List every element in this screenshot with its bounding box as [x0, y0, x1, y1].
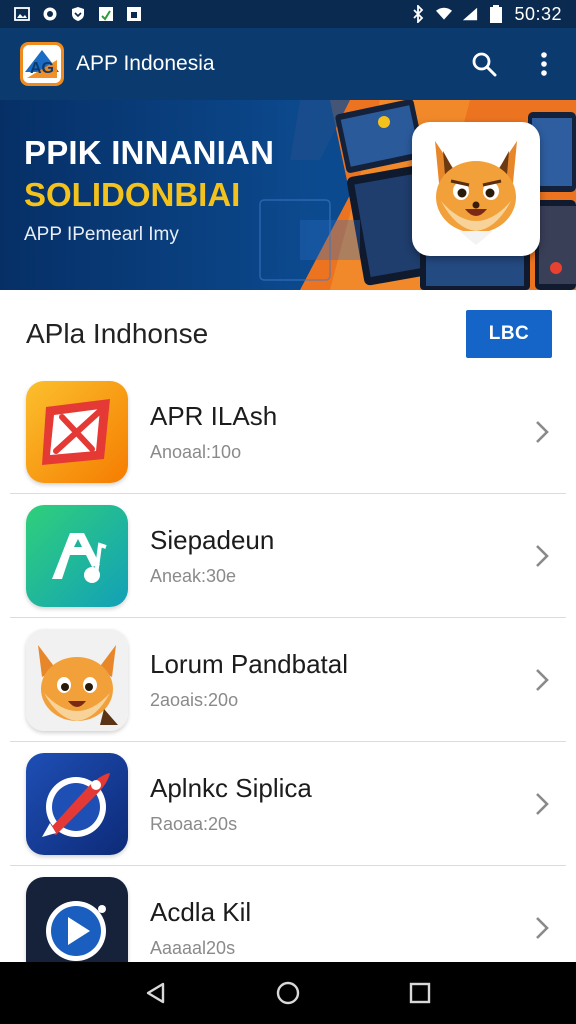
app-meta: Anoaal:10o [150, 442, 242, 462]
recents-button[interactable] [400, 973, 440, 1013]
app-list: APR ILAsh Anoaal:10o Siepadeun Aneak:30e [0, 370, 576, 990]
back-icon [146, 982, 165, 1004]
app-name: APR ILAsh [150, 401, 278, 431]
battery-icon [488, 5, 504, 23]
system-nav-bar [0, 962, 576, 1024]
clock-time: 50:32 [514, 3, 562, 24]
banner-title-line1: PPIK INNANIAN [24, 134, 275, 171]
list-item[interactable]: Aplnkc Siplica Raoaa:20s [0, 742, 576, 866]
app-meta: Aneak:30e [150, 566, 237, 586]
sync-icon [42, 6, 58, 22]
search-icon [472, 52, 497, 77]
back-button[interactable] [136, 973, 176, 1013]
fox-mascot-icon [26, 629, 128, 731]
signal-icon [462, 6, 478, 22]
home-icon [276, 981, 300, 1005]
image-icon [14, 6, 30, 22]
status-bar: 50:32 [0, 0, 576, 28]
app-name: Acdla Kil [150, 897, 252, 927]
recents-icon [409, 982, 431, 1004]
app-meta: Raoaa:20s [150, 814, 238, 834]
list-item[interactable]: APR ILAsh Anoaal:10o [0, 370, 576, 494]
banner-title-line2: SOLIDONBIAI [24, 176, 241, 213]
search-button[interactable] [468, 48, 500, 80]
list-item[interactable]: Lorum Pandbatal 2aoais:20o [0, 618, 576, 742]
section-action-button[interactable]: LBC [466, 310, 552, 358]
list-item[interactable]: Siepadeun Aneak:30e [0, 494, 576, 618]
home-button[interactable] [268, 973, 308, 1013]
section-header: APla Indhonse LBC [0, 290, 576, 378]
banner-subtitle: APP IPemearl Imy [24, 224, 179, 245]
download-icon [98, 6, 114, 22]
music-a-icon [26, 505, 128, 607]
chevron-right-icon [532, 418, 552, 446]
promo-banner[interactable]: PPIK INNANIAN SOLIDONBIAI APP IPemearl I… [0, 100, 576, 290]
chevron-right-icon [532, 666, 552, 694]
app-meta: Aaaaal20s [150, 938, 236, 958]
app-logo-icon: AG [20, 42, 64, 86]
chevron-right-icon [532, 914, 552, 942]
section-title: APla Indhonse [26, 318, 209, 349]
svg-text:AG: AG [30, 60, 54, 77]
wifi-icon [436, 6, 453, 22]
app-name: Aplnkc Siplica [150, 773, 312, 803]
bluetooth-icon [410, 5, 426, 23]
fox-mascot-icon [435, 141, 517, 245]
more-vert-icon [541, 52, 547, 76]
app-title: APP Indonesia [76, 52, 215, 75]
more-options-button[interactable] [528, 48, 560, 80]
chevron-right-icon [532, 542, 552, 570]
rocket-globe-icon [26, 753, 128, 855]
fox-mascot-tile [412, 122, 540, 256]
chevron-right-icon [532, 790, 552, 818]
notification-icon [126, 6, 142, 22]
app-bar: AG APP Indonesia [0, 28, 576, 100]
app-meta: 2aoais:20o [150, 690, 239, 710]
flag-envelope-icon [26, 381, 128, 483]
shield-icon [70, 6, 86, 22]
app-name: Siepadeun [150, 525, 275, 555]
app-name: Lorum Pandbatal [150, 649, 349, 679]
